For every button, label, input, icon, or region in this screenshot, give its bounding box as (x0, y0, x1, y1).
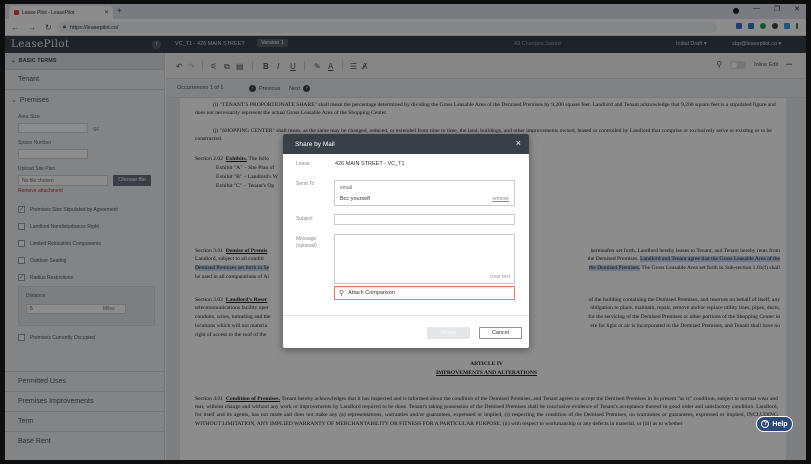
subject-label: Subject (296, 216, 313, 222)
bcc-yourself: Bcc yourself (340, 196, 370, 202)
share-by-mail-dialog: Share by Mail × Lease 426 MAIN STREET - … (283, 134, 529, 348)
attach-comparison-label: Attach Comparison (348, 290, 395, 296)
message-optional-label: (optional) (296, 243, 317, 249)
subject-input[interactable] (334, 214, 515, 225)
remove-link[interactable]: remove (492, 196, 509, 202)
message-textarea[interactable]: clear text (334, 234, 515, 284)
message-label: Message (296, 236, 317, 242)
clear-text-link[interactable]: clear text (490, 274, 510, 280)
dialog-divider (283, 315, 529, 316)
email-input[interactable]: email (340, 185, 352, 191)
dialog-title: Share by Mail (295, 140, 335, 148)
help-icon: ? (761, 420, 770, 428)
send-to-label: Send To (296, 181, 315, 187)
lease-value: 426 MAIN STREET - VC_T1 (335, 161, 405, 167)
close-icon[interactable]: × (516, 138, 521, 148)
cancel-button[interactable]: Cancel (479, 327, 522, 339)
send-to-field[interactable]: email Bcc yourself remove (334, 180, 515, 206)
paperclip-icon: ⚲ (339, 290, 345, 297)
help-button[interactable]: ? Help (756, 416, 793, 432)
attach-comparison-row[interactable]: ⚲ Attach Comparison (334, 286, 515, 300)
share-button[interactable]: Share (427, 327, 470, 339)
lease-label: Lease (296, 161, 310, 167)
dialog-header: Share by Mail × (283, 134, 529, 154)
